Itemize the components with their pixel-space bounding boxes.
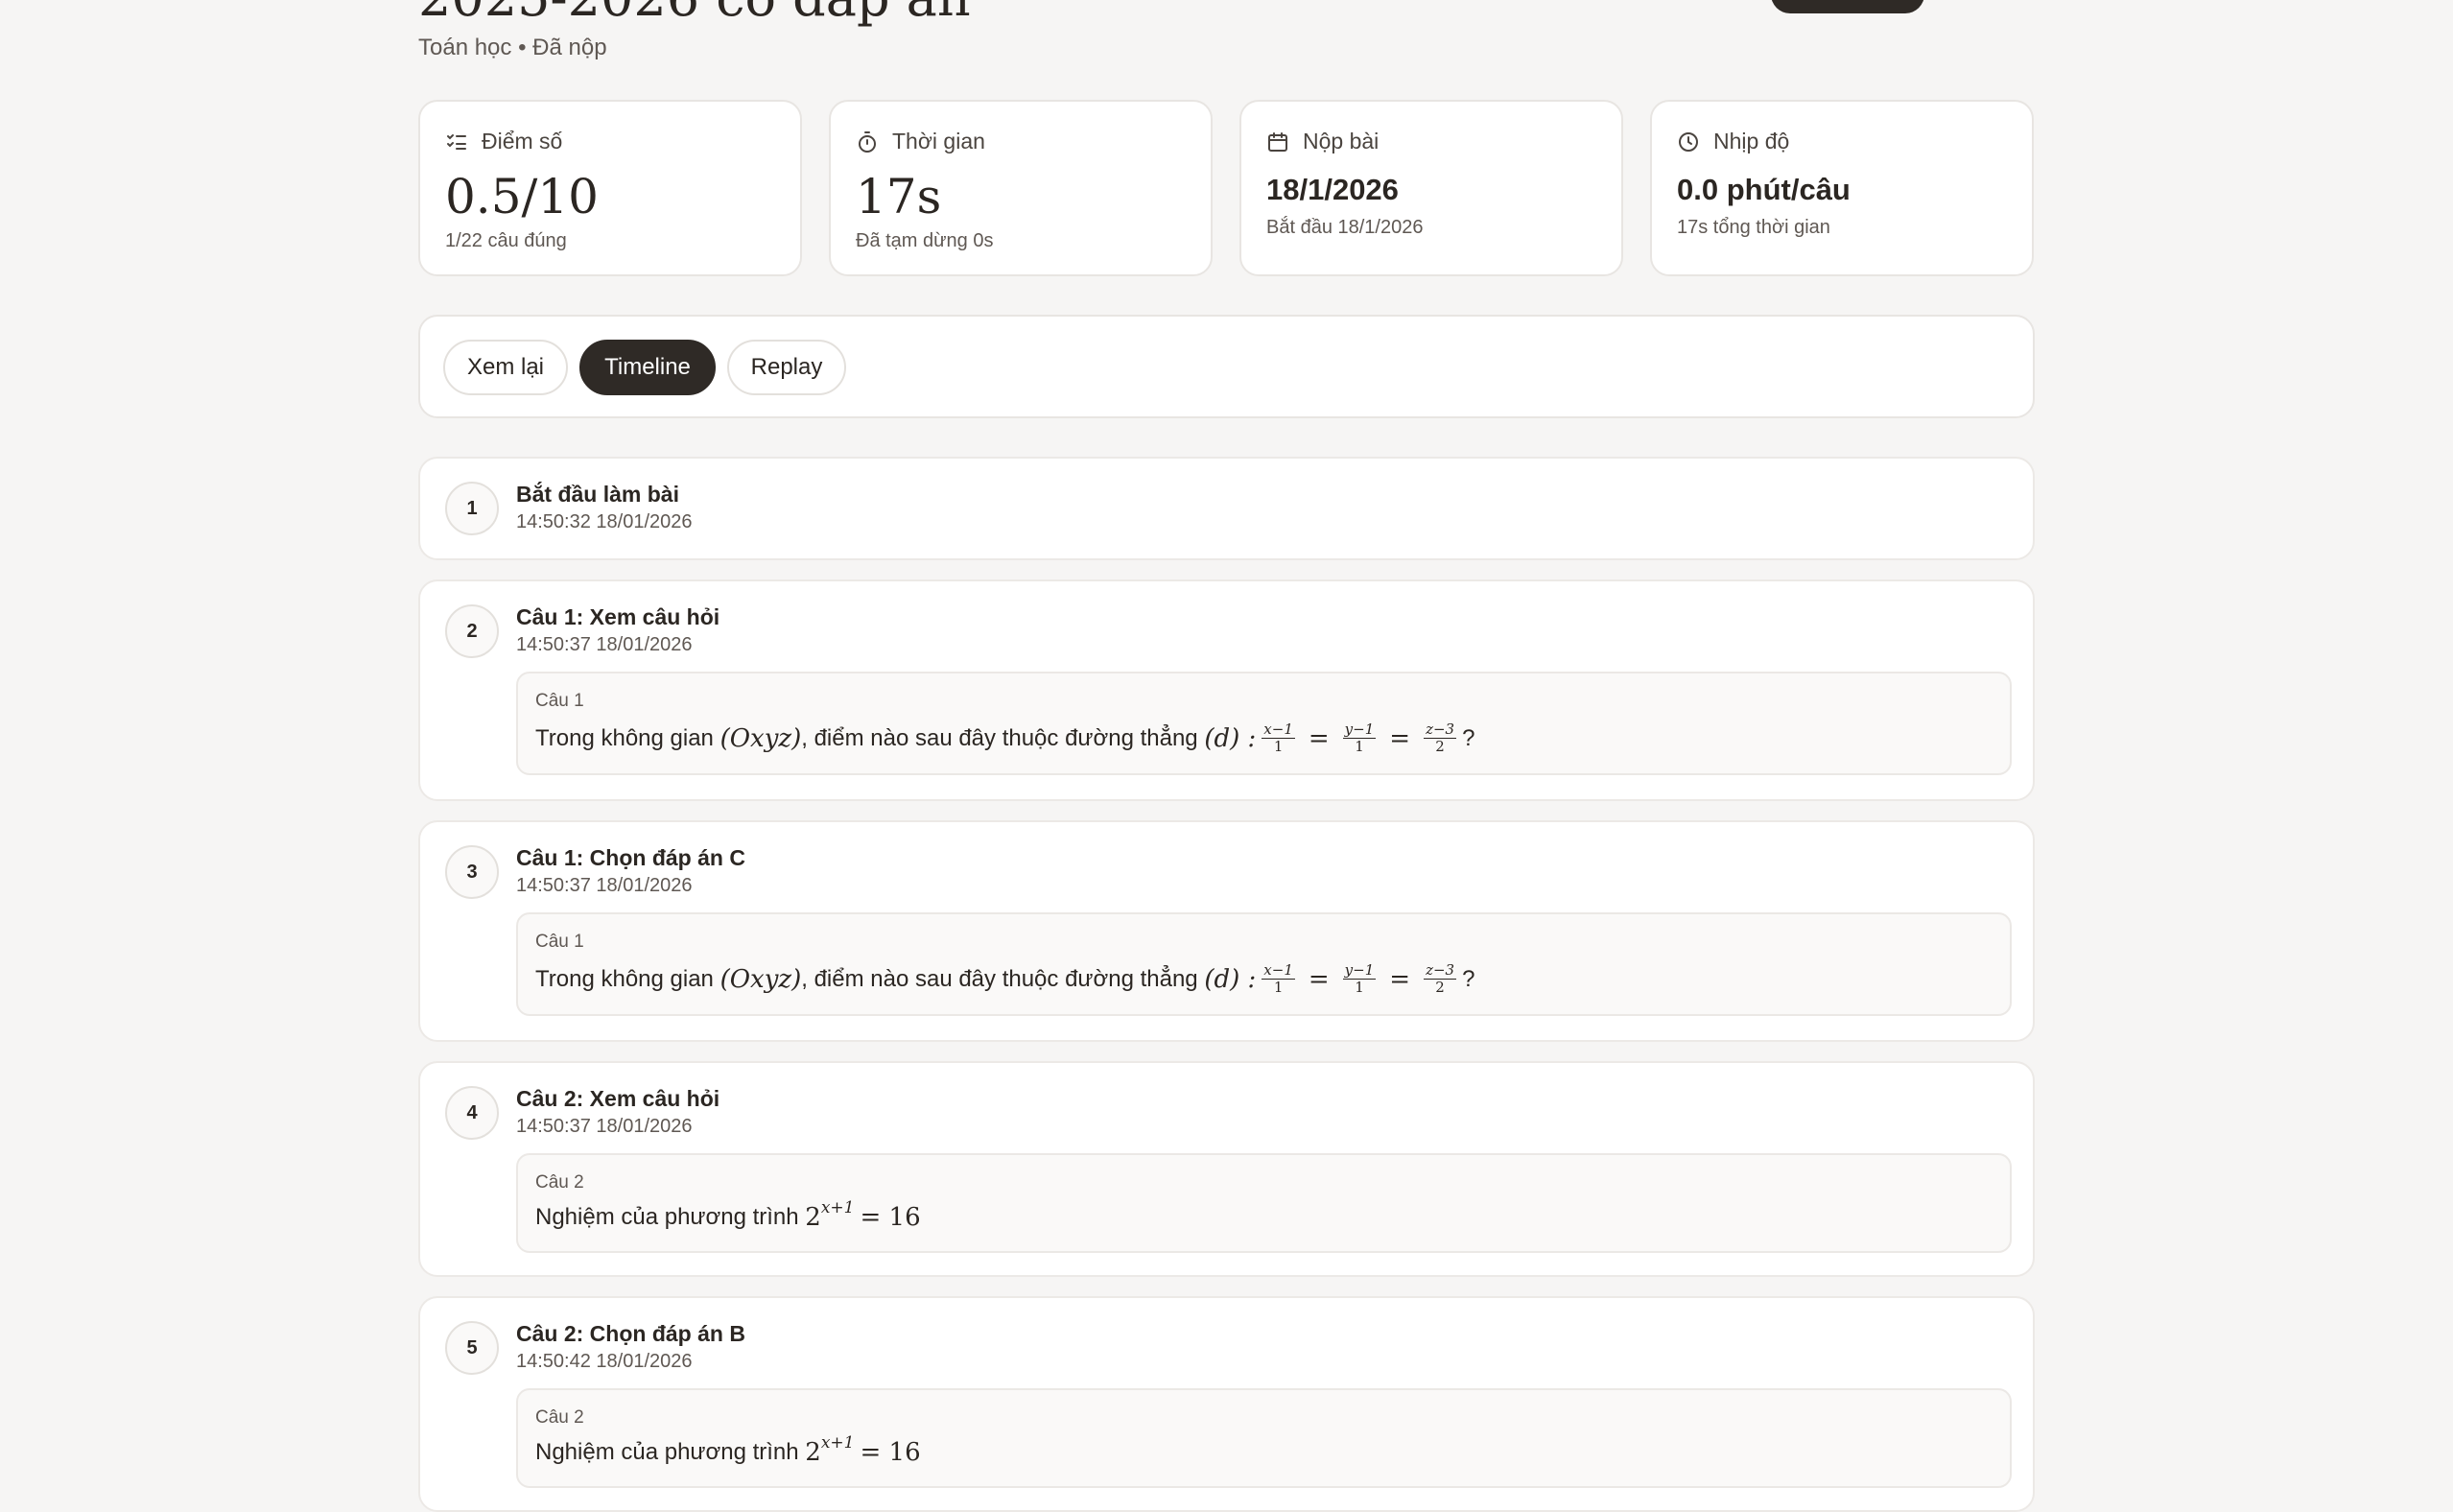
step-number: 2 — [445, 604, 499, 658]
question-preview[interactable]: Câu 1 Trong không gian (Oxyz) , điểm nào… — [516, 672, 2012, 775]
stat-card-submitted: Nộp bài 18/1/2026 Bắt đầu 18/1/2026 — [1239, 100, 1623, 276]
tab-replay[interactable]: Replay — [727, 340, 846, 395]
stat-card-pace: Nhịp độ 0.0 phút/câu 17s tổng thời gian — [1650, 100, 2034, 276]
checklist-icon — [447, 133, 466, 150]
fraction: x−1 1 — [1262, 721, 1295, 755]
page-title: 2025-2026 có đáp án — [418, 0, 971, 28]
tab-review[interactable]: Xem lại — [443, 340, 568, 395]
timeline-event: 3 Câu 1: Chọn đáp án C 14:50:37 18/01/20… — [418, 820, 2035, 1042]
stat-value: 0.0 phút/câu — [1677, 173, 1851, 206]
clock-icon — [1679, 131, 1698, 152]
stopwatch-icon — [859, 130, 876, 153]
stat-sub: 17s tổng thời gian — [1677, 217, 1830, 238]
stats-row: Điểm số 0.5/10 1/22 câu đúng Thời gian 1… — [418, 100, 2035, 278]
math-space: (Oxyz) — [719, 964, 802, 994]
stat-card-time: Thời gian 17s Đã tạm dừng 0s — [829, 100, 1213, 276]
event-title: Câu 2: Xem câu hỏi — [516, 1086, 720, 1111]
event-time: 14:50:37 18/01/2026 — [516, 634, 693, 655]
stat-value: 18/1/2026 — [1266, 173, 1399, 206]
timeline-event: 2 Câu 1: Xem câu hỏi 14:50:37 18/01/2026… — [418, 579, 2035, 801]
stat-sub: Đã tạm dừng 0s — [856, 230, 994, 251]
question-text: Trong không gian (Oxyz) , điểm nào sau đ… — [535, 721, 1475, 755]
event-title: Câu 1: Chọn đáp án C — [516, 845, 745, 870]
fraction: z−3 2 — [1424, 961, 1457, 996]
stat-sub: Bắt đầu 18/1/2026 — [1266, 217, 1424, 238]
question-label: Câu 1 — [535, 691, 584, 711]
question-text: Trong không gian (Oxyz) , điểm nào sau đ… — [535, 961, 1475, 996]
stat-label: Điểm số — [482, 129, 563, 154]
event-title: Bắt đầu làm bài — [516, 482, 679, 507]
fraction: y−1 1 — [1342, 961, 1377, 996]
calendar-icon — [1268, 131, 1287, 152]
stat-label: Thời gian — [892, 129, 985, 154]
fraction: x−1 1 — [1262, 961, 1295, 996]
header-action-button[interactable] — [1771, 0, 1924, 13]
stat-label: Nhịp độ — [1713, 129, 1790, 154]
question-preview[interactable]: Câu 1 Trong không gian (Oxyz) , điểm nào… — [516, 912, 2012, 1016]
question-label: Câu 2 — [535, 1407, 584, 1428]
view-tabs: Xem lại Timeline Replay — [418, 315, 2035, 418]
timeline-event: 4 Câu 2: Xem câu hỏi 14:50:37 18/01/2026… — [418, 1061, 2035, 1277]
question-text: Nghiệm của phương trình 2 x+1 = 16 — [535, 1198, 921, 1232]
event-time: 14:50:37 18/01/2026 — [516, 1116, 693, 1137]
stat-card-score: Điểm số 0.5/10 1/22 câu đúng — [418, 100, 802, 276]
math-line: (d) : — [1204, 723, 1257, 753]
math-line: (d) : — [1204, 964, 1257, 994]
question-label: Câu 2 — [535, 1172, 584, 1193]
fraction: y−1 1 — [1342, 721, 1377, 755]
event-title: Câu 2: Chọn đáp án B — [516, 1321, 745, 1346]
question-preview[interactable]: Câu 2 Nghiệm của phương trình 2 x+1 = 16 — [516, 1388, 2012, 1488]
fraction: z−3 2 — [1424, 721, 1457, 755]
page-subtitle: Toán học • Đã nộp — [418, 35, 607, 60]
question-label: Câu 1 — [535, 932, 584, 952]
question-preview[interactable]: Câu 2 Nghiệm của phương trình 2 x+1 = 16 — [516, 1153, 2012, 1253]
step-number: 5 — [445, 1321, 499, 1375]
timeline-event: 1 Bắt đầu làm bài 14:50:32 18/01/2026 — [418, 457, 2035, 560]
event-time: 14:50:37 18/01/2026 — [516, 875, 693, 896]
timeline-event: 5 Câu 2: Chọn đáp án B 14:50:42 18/01/20… — [418, 1296, 2035, 1512]
math-space: (Oxyz) — [719, 723, 802, 753]
step-number: 3 — [445, 845, 499, 899]
step-number: 4 — [445, 1086, 499, 1140]
event-title: Câu 1: Xem câu hỏi — [516, 604, 720, 629]
stat-sub: 1/22 câu đúng — [445, 230, 567, 251]
stat-value: 0.5/10 — [445, 169, 599, 224]
step-number: 1 — [445, 482, 499, 535]
event-time: 14:50:32 18/01/2026 — [516, 511, 693, 532]
event-time: 14:50:42 18/01/2026 — [516, 1351, 693, 1372]
question-text: Nghiệm của phương trình 2 x+1 = 16 — [535, 1433, 921, 1467]
stat-value: 17s — [856, 169, 942, 224]
tab-timeline[interactable]: Timeline — [579, 340, 716, 395]
stat-label: Nộp bài — [1303, 129, 1380, 154]
